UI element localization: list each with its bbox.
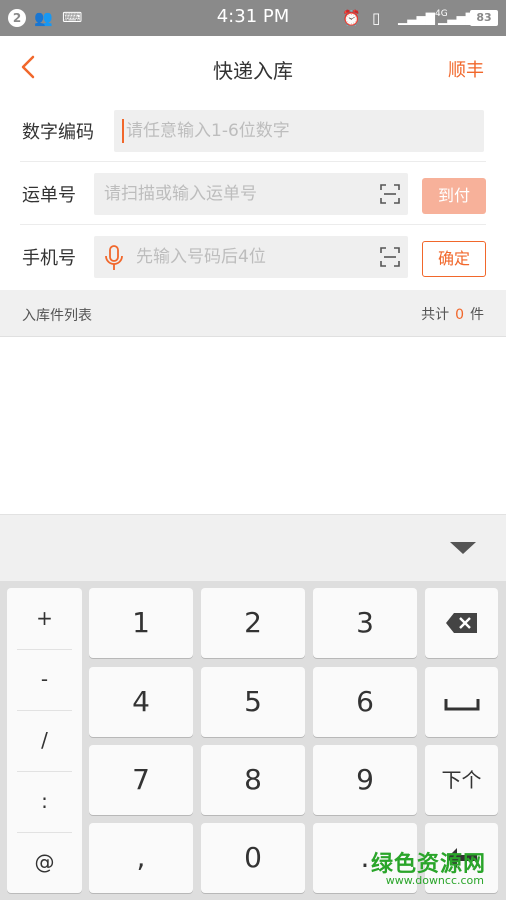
key-2[interactable]: 2: [201, 588, 305, 658]
inbound-list: [0, 337, 506, 514]
key-minus[interactable]: -: [17, 649, 72, 711]
waybill-label: 运单号: [22, 185, 76, 206]
list-header: 入库件列表 共计 0 件: [0, 290, 506, 337]
list-title: 入库件列表: [22, 308, 92, 324]
confirm-button[interactable]: 确定: [422, 241, 486, 277]
page-title: 快递入库: [213, 59, 293, 83]
count-prefix: 共计: [421, 307, 450, 323]
battery-indicator: 83: [470, 10, 498, 26]
count-value: 0: [455, 307, 464, 323]
cash-on-delivery-button[interactable]: 到付: [422, 178, 486, 214]
phone-label: 手机号: [22, 248, 76, 269]
scan-icon[interactable]: [380, 247, 400, 267]
waybill-input[interactable]: [104, 173, 354, 215]
code-field[interactable]: [114, 110, 484, 152]
key-6[interactable]: 6: [313, 667, 417, 737]
key-colon[interactable]: :: [17, 771, 72, 833]
divider: [20, 224, 486, 225]
key-0[interactable]: 0: [201, 823, 305, 893]
key-9[interactable]: 9: [313, 745, 417, 815]
key-slash[interactable]: /: [17, 710, 72, 772]
backspace-key[interactable]: [425, 588, 498, 658]
list-count: 共计 0 件: [421, 304, 484, 324]
phone-input[interactable]: [136, 236, 356, 278]
count-suffix: 件: [470, 307, 484, 323]
hide-keyboard-icon[interactable]: [450, 542, 476, 554]
inbound-form: 数字编码 运单号 手机号: [0, 100, 506, 290]
waybill-field[interactable]: [94, 173, 408, 215]
keyboard-toolbar: [0, 514, 506, 581]
symbol-column[interactable]: + - / : @: [7, 588, 82, 893]
code-label: 数字编码: [22, 122, 94, 143]
status-bar: 2 👥 ⌨ 4:31 PM ⏰ ▯ ▁▃▅▇ 4G ▁▃▅▇ 83: [0, 0, 506, 36]
key-5[interactable]: 5: [201, 667, 305, 737]
text-caret: [122, 119, 124, 143]
vibrate-icon: ▯: [372, 9, 381, 27]
top-bar: 快递入库 顺丰: [0, 36, 506, 101]
alarm-icon: ⏰: [342, 9, 361, 27]
space-key[interactable]: [425, 667, 498, 737]
space-icon: [444, 699, 479, 711]
key-8[interactable]: 8: [201, 745, 305, 815]
code-row: 数字编码: [0, 100, 506, 162]
key-7[interactable]: 7: [89, 745, 193, 815]
next-key[interactable]: 下个: [425, 745, 498, 815]
key-plus[interactable]: +: [17, 588, 72, 650]
key-at[interactable]: @: [17, 832, 72, 893]
key-4[interactable]: 4: [89, 667, 193, 737]
key-3[interactable]: 3: [313, 588, 417, 658]
key-comma[interactable]: ,: [89, 823, 193, 893]
scan-icon[interactable]: [380, 184, 400, 204]
carrier-selector[interactable]: 顺丰: [448, 56, 484, 82]
signal-icon: ▁▃▅▇: [398, 11, 435, 25]
microphone-icon[interactable]: [104, 245, 124, 271]
key-1[interactable]: 1: [89, 588, 193, 658]
phone-field[interactable]: [94, 236, 408, 278]
watermark-url: www.downcc.com: [385, 874, 484, 887]
code-input[interactable]: [126, 110, 376, 152]
backspace-icon: [445, 613, 477, 633]
divider: [20, 161, 486, 162]
